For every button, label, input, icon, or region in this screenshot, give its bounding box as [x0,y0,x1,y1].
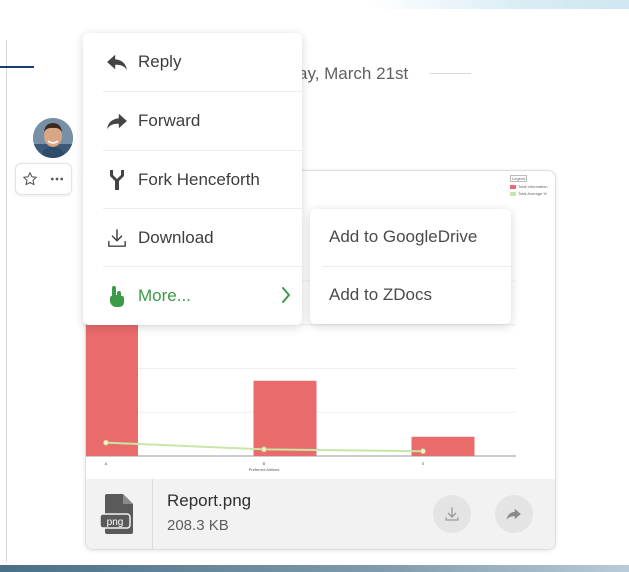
x-axis-label: Preferred Airlines [249,467,280,472]
legend-item-2: Total Average % [518,191,547,196]
line-point-S [420,448,426,455]
download-icon [105,227,129,249]
submenu-item-zdocs[interactable]: Add to ZDocs [310,267,511,324]
message-actions [15,163,72,195]
legend-item-1: Total Information [518,184,548,189]
share-button[interactable] [495,495,533,533]
line-point-A [103,439,109,446]
menu-item-label: Fork Henceforth [138,170,260,189]
more-icon[interactable] [46,168,68,190]
menu-item-label: Forward [138,111,201,130]
more-submenu: Add to GoogleDrive Add to ZDocs [310,209,511,324]
file-size: 208.3 KB [167,517,229,534]
x-tick-label: A [105,461,108,466]
date-separator-text: ay, March 21st [298,64,409,83]
file-info-bar: png Report.png 208.3 KB [86,479,555,549]
top-accent-gradient [370,0,629,9]
download-button[interactable] [433,495,471,533]
x-tick-label: B [263,461,266,466]
submenu-item-google-drive[interactable]: Add to GoogleDrive [310,209,511,266]
forward-arrow-icon [506,508,521,520]
submenu-item-label: Add to GoogleDrive [329,227,478,246]
hand-pointer-icon [105,285,129,307]
chevron-right-icon [281,286,291,309]
menu-item-download[interactable]: Download [83,209,302,267]
download-icon [445,507,459,521]
date-separator-line [430,73,471,74]
menu-item-more[interactable]: More... [83,267,302,325]
reply-icon [105,51,129,73]
chart-legend: Legend Total Information Total Average % [510,175,555,205]
file-name[interactable]: Report.png [167,491,251,511]
context-menu: Reply Forward Fork Henceforth Download M… [83,33,302,325]
left-divider [6,40,7,562]
fork-icon [105,169,129,191]
star-icon[interactable] [19,168,41,190]
bottom-accent-bar [0,565,629,572]
menu-item-label: Download [138,228,214,247]
left-accent-tick [0,66,34,68]
menu-item-label: Reply [138,52,182,71]
menu-item-label: More... [138,286,191,305]
file-type-label: png [107,517,124,528]
menu-item-reply[interactable]: Reply [83,33,302,91]
file-type-cell: png [86,479,153,549]
menu-item-forward[interactable]: Forward [83,92,302,150]
avatar[interactable] [33,118,73,158]
menu-item-fork[interactable]: Fork Henceforth [83,151,302,209]
user-avatar-icon [33,118,73,158]
x-tick-label: S [422,461,425,466]
submenu-item-label: Add to ZDocs [329,285,432,304]
legend-title: Legend [510,175,528,182]
line-point-B [261,446,267,453]
png-file-icon: png [99,494,133,534]
bar-B [253,380,317,456]
forward-icon [105,110,129,132]
